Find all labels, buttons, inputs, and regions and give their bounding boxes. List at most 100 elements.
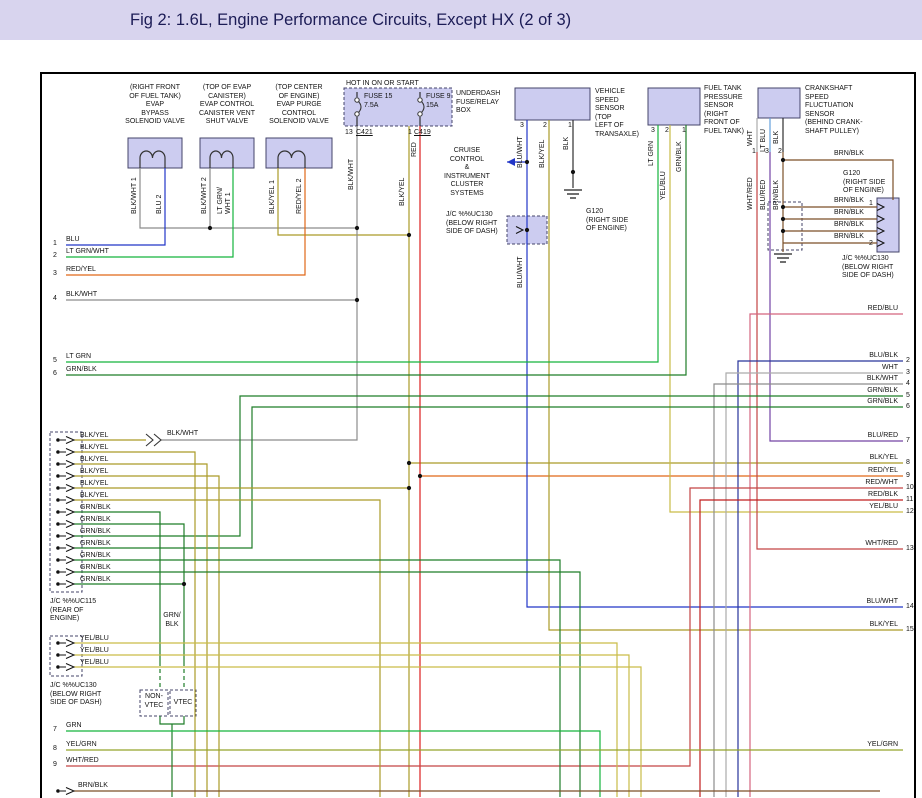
diagram-label: BRN/BLK xyxy=(834,221,864,230)
pin-arrow-icon xyxy=(66,473,74,480)
diagram-label: RED/WHT xyxy=(838,479,898,488)
pin-dot xyxy=(56,510,60,514)
wire-color-label: RED xyxy=(411,142,419,157)
wire-color-label: BRN/BLK xyxy=(773,180,781,210)
junction-dot xyxy=(355,298,359,302)
pin-dot xyxy=(56,789,60,793)
diagram-label: BLK/WHT xyxy=(167,430,198,439)
wire-dkred xyxy=(66,488,903,766)
diagram-label: BLK/WHT xyxy=(66,291,97,300)
pin-dot xyxy=(56,582,60,586)
wire-color-label: BLK xyxy=(563,137,571,150)
diagram-label: NON- VTEC xyxy=(141,693,167,710)
wire-olive xyxy=(74,500,380,797)
wire-gray xyxy=(140,168,357,228)
junction-dot xyxy=(355,226,359,230)
fuse-terminal xyxy=(418,98,422,102)
connector-link[interactable]: C419 xyxy=(414,129,431,138)
diagram-label: G120 (RIGHT SIDE OF ENGINE) xyxy=(843,170,885,196)
diagram-label: FUEL TANK PRESSURE SENSOR (RIGHT FRONT O… xyxy=(704,85,744,136)
wire-color-label: BLU/WHT xyxy=(517,257,525,289)
diagram-label: BLK/YEL xyxy=(80,444,108,453)
wire-color-label: BLK/WHT 1 xyxy=(131,177,139,214)
evap-purge-solenoid-box xyxy=(266,138,332,168)
diagram-label: LT GRN xyxy=(66,353,91,362)
pin-arrow-icon xyxy=(66,437,74,444)
diagram-label: 13 xyxy=(345,129,353,138)
pin-dot xyxy=(56,486,60,490)
pin-dot xyxy=(56,462,60,466)
diagram-label: 3 xyxy=(53,270,57,279)
page: Fig 2: 1.6L, Engine Performance Circuits… xyxy=(0,0,922,798)
wire-gray xyxy=(161,126,357,440)
wire-dkgreen xyxy=(172,716,184,724)
diagram-label: 2 xyxy=(53,252,57,261)
pin-dot xyxy=(56,498,60,502)
diagram-label: J/C %%UC115 (REAR OF ENGINE) xyxy=(50,598,96,624)
pin-arrow-icon xyxy=(66,485,74,492)
fuel-tank-pressure-sensor-box xyxy=(648,88,700,125)
junction-dot xyxy=(407,486,411,490)
diagram-label: VTEC xyxy=(171,699,195,708)
wire-yellow xyxy=(74,643,617,797)
diagram-label: 6 xyxy=(53,370,57,379)
diagram-label: GRN/BLK xyxy=(80,540,111,549)
diagram-label: GRN/BLK xyxy=(80,552,111,561)
wire-dkgreen xyxy=(74,407,903,548)
diagram-label: 2 xyxy=(906,357,910,366)
wire-color-label: LT GRN xyxy=(648,141,656,166)
diagram-label: YEL/GRN xyxy=(838,741,898,750)
diagram-label: BLK/YEL xyxy=(838,454,898,463)
pin-dot xyxy=(56,570,60,574)
diagram-label: BRN/BLK xyxy=(834,209,864,218)
pin-arrow-icon xyxy=(66,664,74,671)
diagram-label: BLK/YEL xyxy=(80,492,108,501)
diagram-label: FUSE 9 15A xyxy=(426,93,451,110)
wire-yellow xyxy=(74,667,641,797)
diagram-label: WHT/RED xyxy=(66,757,99,766)
arrow-icon xyxy=(507,158,515,166)
diagram-label: YEL/BLU xyxy=(838,503,898,512)
junction-dot xyxy=(407,461,411,465)
diagram-label: CRANKSHAFT SPEED FLUCTUATION SENSOR (BEH… xyxy=(805,85,863,136)
diagram-label: BRN/BLK xyxy=(834,233,864,242)
wiring-diagram: (RIGHT FRONT OF FUEL TANK) EVAP BYPASS S… xyxy=(0,0,922,798)
diagram-label: GRN/BLK xyxy=(66,366,97,375)
diagram-label: 11 xyxy=(906,496,913,505)
diagram-label: 8 xyxy=(906,459,910,468)
diagram-label: FUSE 15 7.5A xyxy=(364,93,392,110)
diagram-label: CRUISE CONTROL & INSTRUMENT CLUSTER SYST… xyxy=(437,147,497,198)
fuse-terminal xyxy=(418,112,422,116)
junction-dot xyxy=(525,160,529,164)
diagram-label: 12 xyxy=(906,508,914,517)
diagram-label: HOT IN ON OR START xyxy=(346,80,419,89)
diagram-label: WHT/RED xyxy=(838,540,898,549)
diagram-label: GRN/BLK xyxy=(80,528,111,537)
wire-color-label: BLU 2 xyxy=(156,195,164,214)
wire-color-label: WHT/RED xyxy=(747,177,755,210)
diagram-label: 7 xyxy=(53,726,57,735)
diagram-label: 9 xyxy=(906,472,910,481)
pin-arrow-icon xyxy=(66,521,74,528)
pin-dot xyxy=(56,558,60,562)
pin-arrow-icon xyxy=(66,449,74,456)
connector-link[interactable]: C421 xyxy=(356,129,373,138)
pin-arrow-icon xyxy=(66,497,74,504)
diagram-label: 3 xyxy=(520,122,524,131)
pin-arrow-icon xyxy=(66,533,74,540)
diagram-label: 5 xyxy=(53,357,57,366)
wire-color-label: BLK/YEL xyxy=(399,178,407,206)
diagram-label: J/C %%UC130 (BELOW RIGHT SIDE OF DASH) xyxy=(446,211,498,237)
diagram-label: 1 xyxy=(408,129,412,138)
wire-color-label: LT BLU xyxy=(760,129,768,152)
junction-dot xyxy=(208,226,212,230)
diagram-label: RED/YEL xyxy=(66,266,96,275)
diagram-label: BRN/BLK xyxy=(834,150,864,159)
vehicle-speed-sensor-box xyxy=(515,88,590,120)
diagram-label: GRN/BLK xyxy=(80,504,111,513)
wire-color-label: BLU/WHT xyxy=(517,137,525,169)
diagram-label: GRN/BLK xyxy=(80,516,111,525)
pin-dot xyxy=(56,438,60,442)
diagram-label: 1 xyxy=(53,240,57,249)
diagram-label: 7 xyxy=(906,437,910,446)
